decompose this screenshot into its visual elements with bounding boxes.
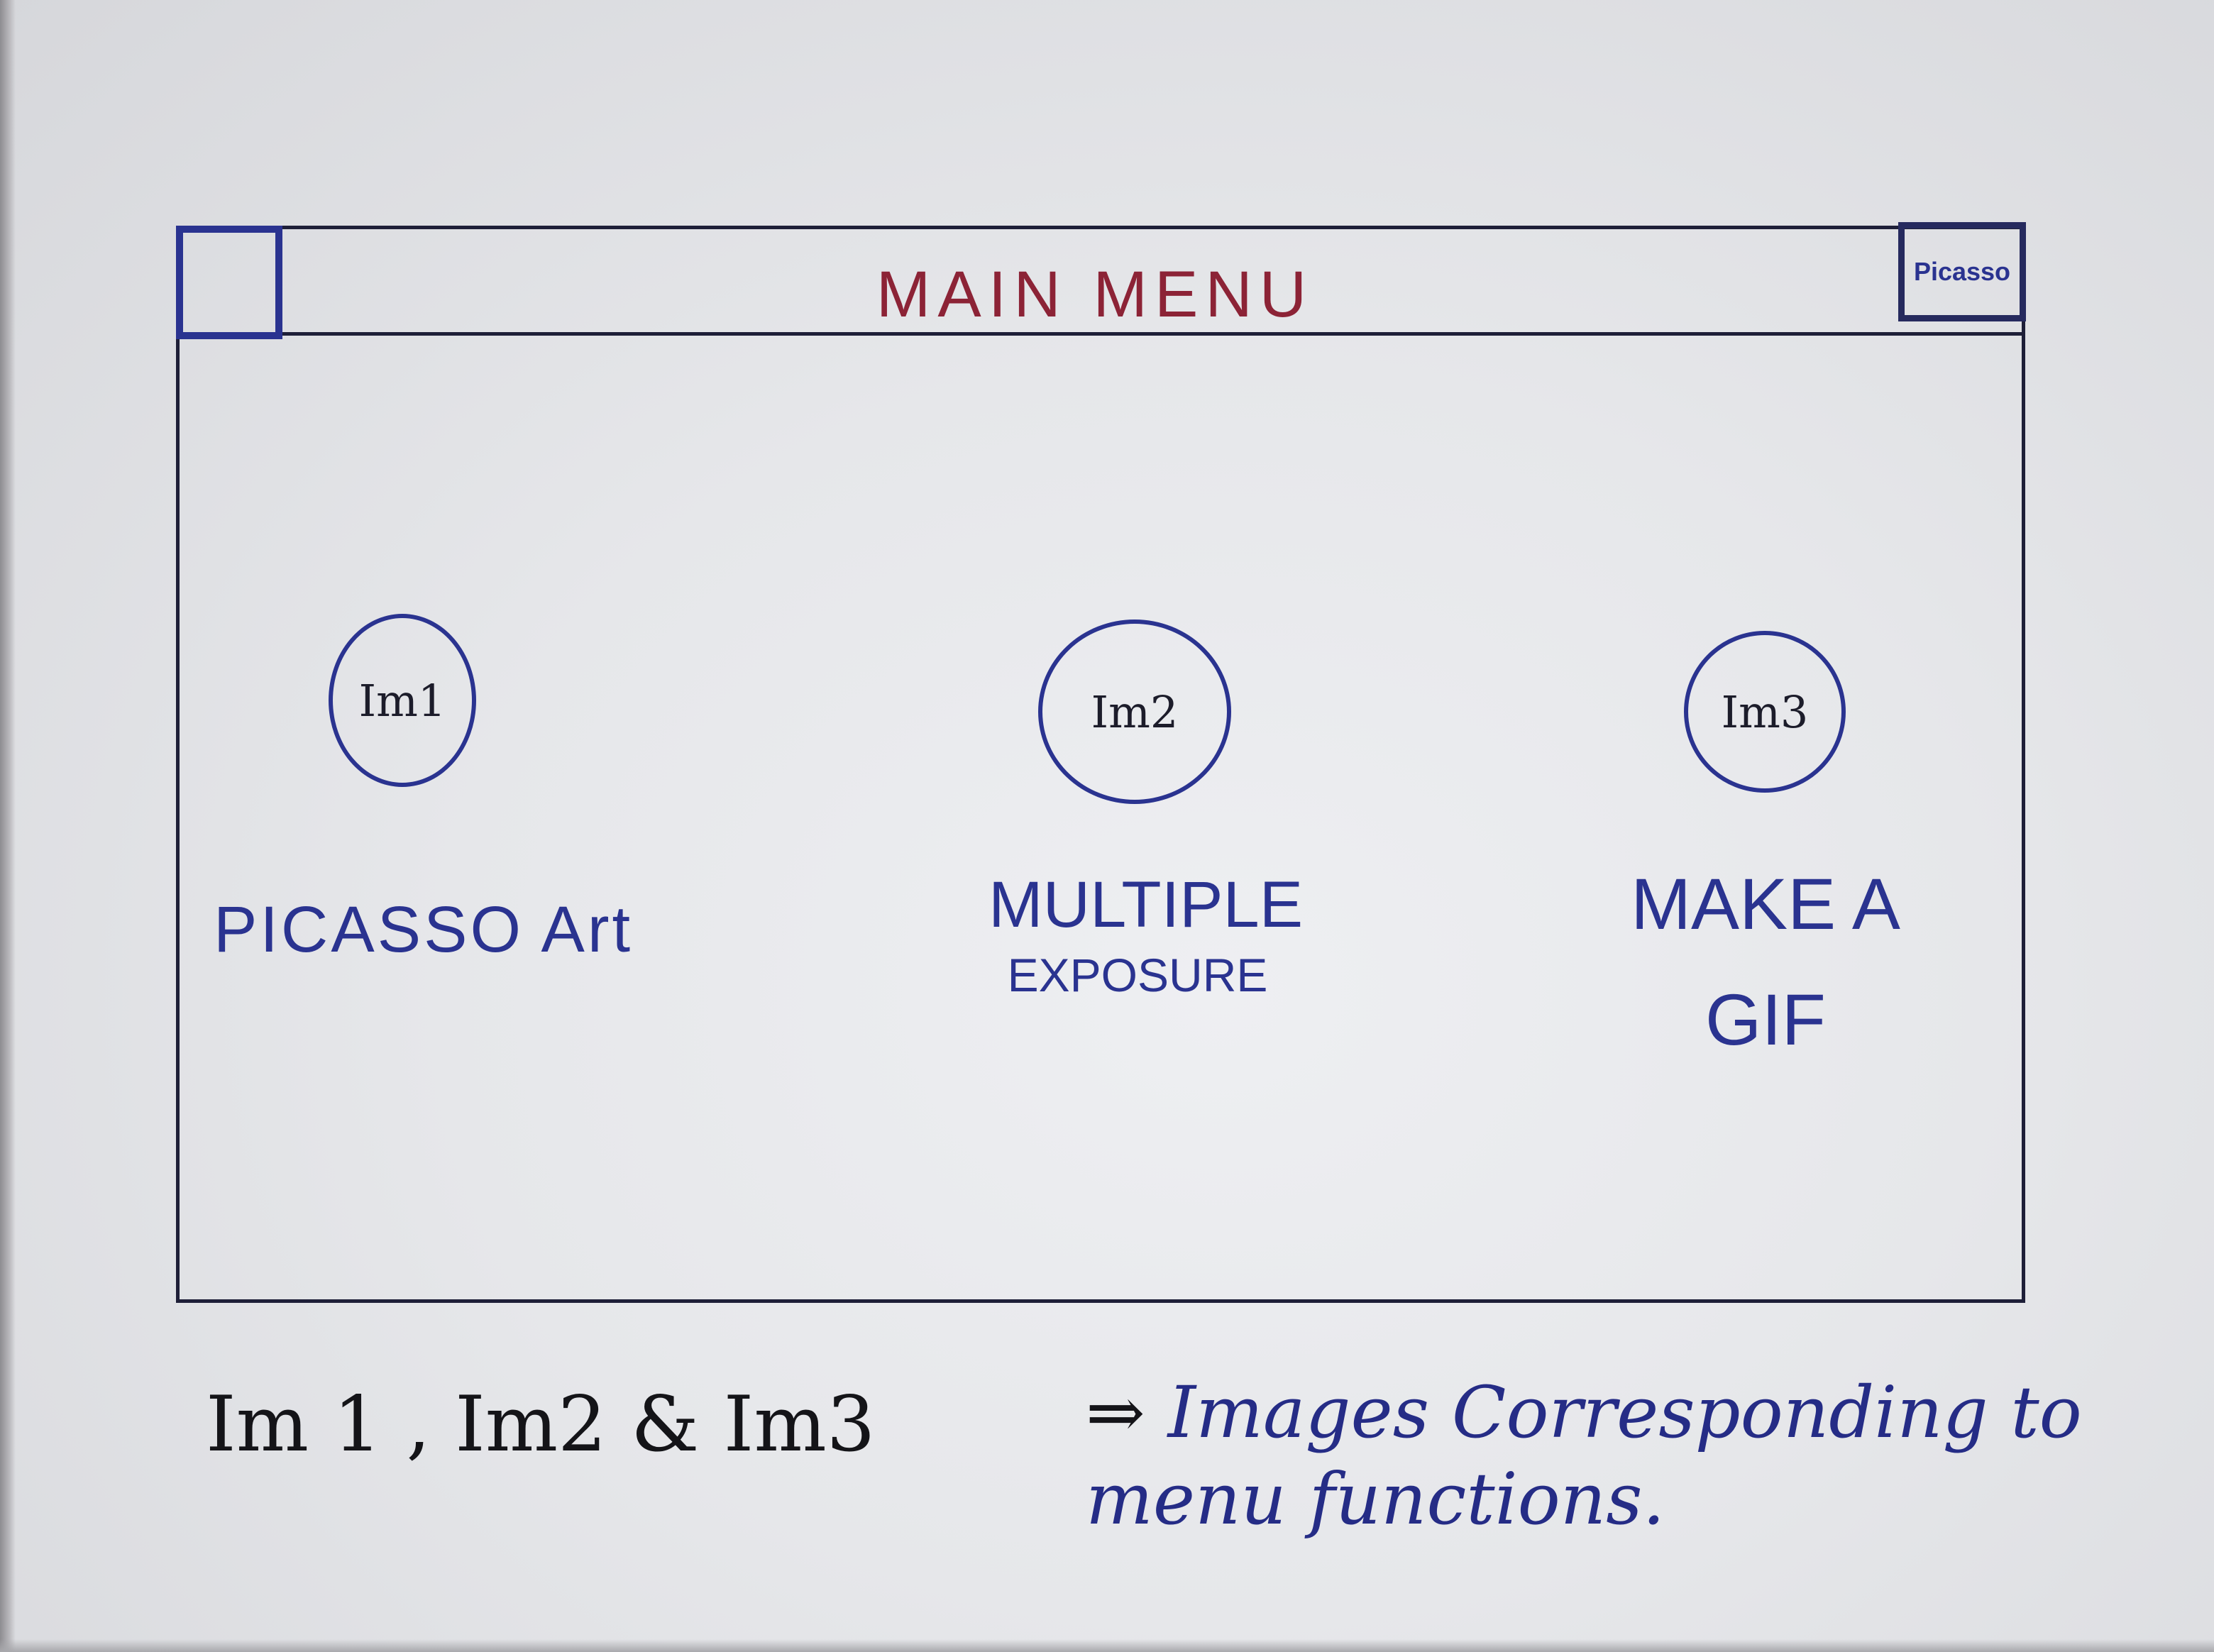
- menu-item-label-line: MAKE A: [1631, 864, 1900, 945]
- picasso-corner-button-label: Picasso: [1913, 257, 2011, 286]
- window-corner-square-icon[interactable]: [176, 226, 282, 339]
- menu-image-im3-label: Im3: [1721, 685, 1809, 738]
- note-image-list: Im 1 , Im2 & Im3: [206, 1380, 876, 1469]
- menu-item-label-multiple-exposure: MULTIPLE EXPOSURE: [988, 864, 1304, 1005]
- menu-item-label-make-a-gif: MAKE A GIF: [1624, 847, 1907, 1078]
- main-menu-window: MAIN MENU Picasso Im1 PICASSO Art Im2 MU…: [176, 222, 2026, 1303]
- picasso-corner-button[interactable]: Picasso: [1898, 222, 2026, 321]
- paper-bottom-edge: [0, 1639, 2214, 1652]
- paper-edge-shadow: [0, 0, 16, 1652]
- note-arrow-icon: ⇒: [1086, 1371, 1145, 1454]
- note-description-text: Images Corresponding to menu functions.: [1086, 1371, 2082, 1541]
- menu-image-im1-icon[interactable]: Im1: [329, 614, 476, 787]
- note-description: ⇒ Images Corresponding to menu functions…: [1086, 1370, 2179, 1543]
- menu-item-label-line: GIF: [1705, 979, 1826, 1061]
- title-bar: MAIN MENU Picasso: [176, 222, 2026, 339]
- menu-item-label-line: MULTIPLE: [988, 869, 1304, 941]
- menu-image-im3-icon[interactable]: Im3: [1684, 631, 1846, 793]
- window-title: MAIN MENU: [876, 258, 1314, 331]
- menu-image-im2-label: Im2: [1091, 685, 1179, 738]
- menu-item-label-line: EXPOSURE: [1007, 949, 1268, 1001]
- menu-image-im2-icon[interactable]: Im2: [1038, 620, 1231, 804]
- menu-item-label-picasso-art: PICASSO Art: [214, 889, 633, 971]
- menu-image-im1-label: Im1: [358, 674, 446, 727]
- menu-item-label-line: PICASSO Art: [214, 893, 634, 966]
